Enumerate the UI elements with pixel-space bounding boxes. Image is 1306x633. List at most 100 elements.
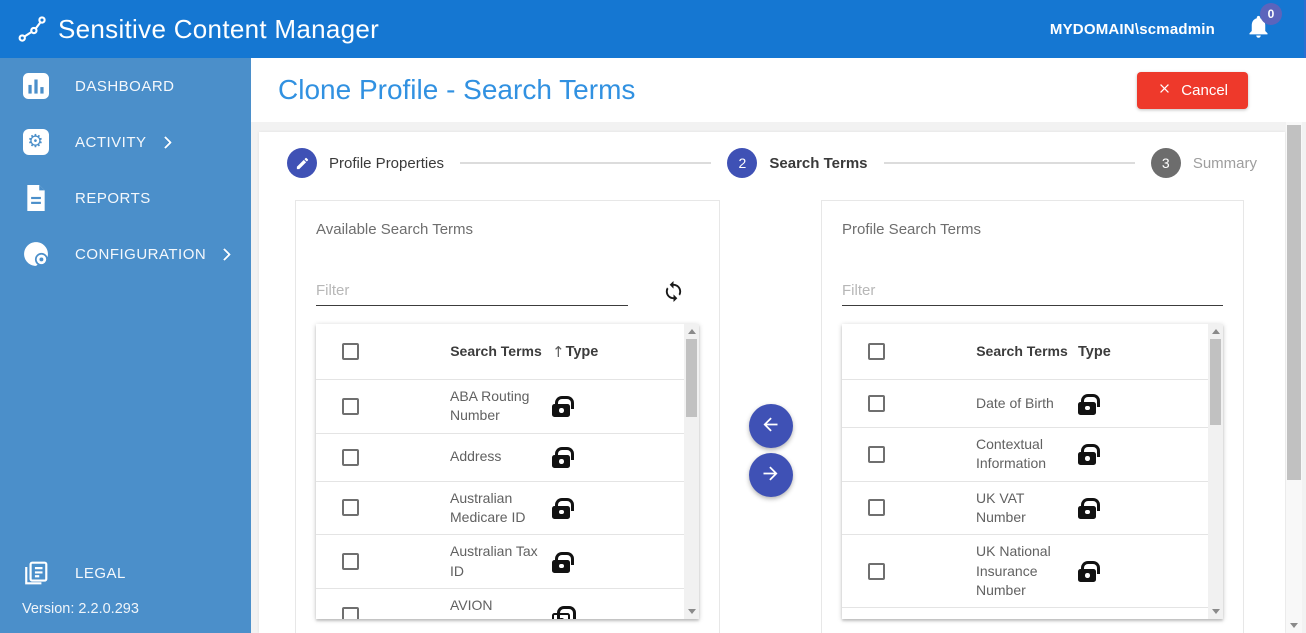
step-search-terms[interactable]: 2 Search Terms xyxy=(727,148,868,178)
scroll-down-arrow-icon[interactable] xyxy=(1290,623,1298,628)
page-scrollbar[interactable] xyxy=(1286,122,1302,633)
table-header-row: Search Terms Type xyxy=(842,324,1208,380)
table-row[interactable]: UK NHS Number xyxy=(842,608,1208,619)
page-title-bar: Clone Profile - Search Terms Cancel xyxy=(251,58,1306,122)
legal-docs-icon xyxy=(22,560,49,587)
notification-count-badge: 0 xyxy=(1260,3,1282,25)
scrollbar-thumb[interactable] xyxy=(686,339,697,417)
scroll-down-arrow-icon[interactable] xyxy=(1211,609,1220,614)
table-row[interactable]: UK National Insurance Number xyxy=(842,535,1208,609)
column-header-type[interactable]: Type xyxy=(566,344,599,360)
close-icon xyxy=(1157,81,1172,100)
scrollbar-thumb[interactable] xyxy=(1287,125,1301,480)
sidebar-item-reports[interactable]: REPORTS xyxy=(0,170,251,226)
lock-icon xyxy=(552,551,574,573)
table-row[interactable]: ABA Routing Number xyxy=(316,380,684,434)
sidebar-item-label: ACTIVITY xyxy=(75,133,147,151)
table-row[interactable]: UK VAT Number xyxy=(842,481,1208,536)
sidebar-item-configuration[interactable]: CONFIGURATION xyxy=(0,226,251,282)
row-checkbox[interactable] xyxy=(342,397,359,415)
step-label: Search Terms xyxy=(769,154,868,172)
column-header-search-terms[interactable]: Search Terms xyxy=(450,335,542,367)
shield-user-icon xyxy=(22,241,49,268)
sidebar-item-label: DASHBOARD xyxy=(75,77,175,95)
row-checkbox[interactable] xyxy=(342,553,359,571)
app-header: Sensitive Content Manager MYDOMAIN\scmad… xyxy=(0,0,1304,58)
move-left-button[interactable] xyxy=(748,404,793,448)
table-row[interactable]: Australian Medicare ID xyxy=(316,481,684,536)
chevron-right-icon xyxy=(218,247,232,261)
current-user[interactable]: MYDOMAIN\scmadmin xyxy=(1050,21,1215,38)
bell-icon xyxy=(1245,15,1272,44)
row-checkbox[interactable] xyxy=(868,395,885,412)
sidebar-item-legal[interactable]: LEGAL xyxy=(0,545,251,601)
sidebar-item-label: REPORTS xyxy=(75,189,151,207)
step-profile-properties[interactable]: Profile Properties xyxy=(287,148,444,178)
table-row[interactable]: AVION Medical xyxy=(316,588,684,619)
row-checkbox[interactable] xyxy=(868,562,885,580)
scrollbar-thumb[interactable] xyxy=(1210,339,1221,425)
lock-icon xyxy=(1078,444,1100,466)
table-row[interactable]: Australian Tax ID xyxy=(316,535,684,589)
row-checkbox[interactable] xyxy=(342,606,359,619)
transfer-buttons xyxy=(720,200,821,633)
table-row[interactable]: Contextual Information xyxy=(842,428,1208,482)
step-number: 3 xyxy=(1150,148,1181,178)
table-row[interactable]: Date of Birth xyxy=(842,380,1208,428)
scroll-up-arrow-icon[interactable] xyxy=(687,329,696,334)
lock-icon xyxy=(552,396,574,418)
main-content: Clone Profile - Search Terms Cancel Prof… xyxy=(251,58,1306,633)
network-nodes-icon xyxy=(14,11,50,47)
cancel-button[interactable]: Cancel xyxy=(1137,71,1248,109)
term-name: Australian Medicare ID xyxy=(450,489,526,525)
move-right-button[interactable] xyxy=(748,453,793,497)
panel-title: Available Search Terms xyxy=(316,221,474,238)
profile-search-terms-panel: Profile Search Terms Search Terms Type xyxy=(821,200,1244,633)
column-header-search-terms[interactable]: Search Terms xyxy=(976,335,1068,367)
table-scrollbar[interactable] xyxy=(1208,324,1223,619)
cancel-button-label: Cancel xyxy=(1181,81,1228,99)
select-all-checkbox[interactable] xyxy=(342,343,359,360)
table-row[interactable]: Address xyxy=(316,433,684,482)
lock-icon xyxy=(1078,497,1100,519)
row-checkbox[interactable] xyxy=(342,448,359,466)
stepper-connector xyxy=(883,162,1135,164)
available-search-terms-panel: Available Search Terms Filter Search Ter… xyxy=(295,200,720,633)
bar-chart-icon xyxy=(22,73,49,100)
arrow-left-icon xyxy=(760,414,781,438)
row-checkbox[interactable] xyxy=(342,499,359,517)
step-number: 2 xyxy=(727,148,758,178)
available-terms-table: Search Terms ↑ Type ABA Routing Number A… xyxy=(316,324,699,619)
app-title: Sensitive Content Manager xyxy=(58,13,380,44)
pencil-icon xyxy=(287,148,317,178)
sidebar-nav: DASHBOARD ⚙ ACTIVITY REPORTS CONFIGURATI… xyxy=(0,58,251,633)
step-label: Summary xyxy=(1192,154,1258,172)
wizard-stepper: Profile Properties 2 Search Terms 3 Summ… xyxy=(259,132,1285,178)
select-all-checkbox[interactable] xyxy=(868,343,885,360)
notifications-button[interactable]: 0 xyxy=(1245,3,1282,45)
lock-icon xyxy=(552,447,574,469)
step-summary[interactable]: 3 Summary xyxy=(1150,148,1258,178)
sidebar-item-dashboard[interactable]: DASHBOARD xyxy=(0,58,251,114)
lock-icon xyxy=(1078,393,1100,415)
table-scrollbar[interactable] xyxy=(684,324,699,619)
scroll-down-arrow-icon[interactable] xyxy=(687,609,696,614)
refresh-button[interactable] xyxy=(662,280,685,306)
row-checkbox[interactable] xyxy=(868,445,885,463)
term-name: ABA Routing Number xyxy=(450,388,530,424)
app-version: Version: 2.2.0.293 xyxy=(22,601,139,617)
profile-filter-input[interactable] xyxy=(842,276,1223,306)
column-header-type[interactable]: Type xyxy=(1078,344,1111,360)
sidebar-item-label: CONFIGURATION xyxy=(75,245,207,263)
wizard-card: Profile Properties 2 Search Terms 3 Summ… xyxy=(259,132,1285,633)
term-name: AVION Medical xyxy=(450,596,498,619)
lock-icon xyxy=(552,605,576,619)
sort-ascending-icon[interactable]: ↑ xyxy=(552,343,565,361)
lock-icon xyxy=(1078,561,1100,583)
dual-list-section: Available Search Terms Filter Search Ter… xyxy=(259,200,1285,633)
sidebar-item-label: LEGAL xyxy=(75,564,126,582)
sidebar-item-activity[interactable]: ⚙ ACTIVITY xyxy=(0,114,251,170)
available-filter-input[interactable] xyxy=(316,276,628,306)
row-checkbox[interactable] xyxy=(868,499,885,517)
scroll-up-arrow-icon[interactable] xyxy=(1211,329,1220,334)
